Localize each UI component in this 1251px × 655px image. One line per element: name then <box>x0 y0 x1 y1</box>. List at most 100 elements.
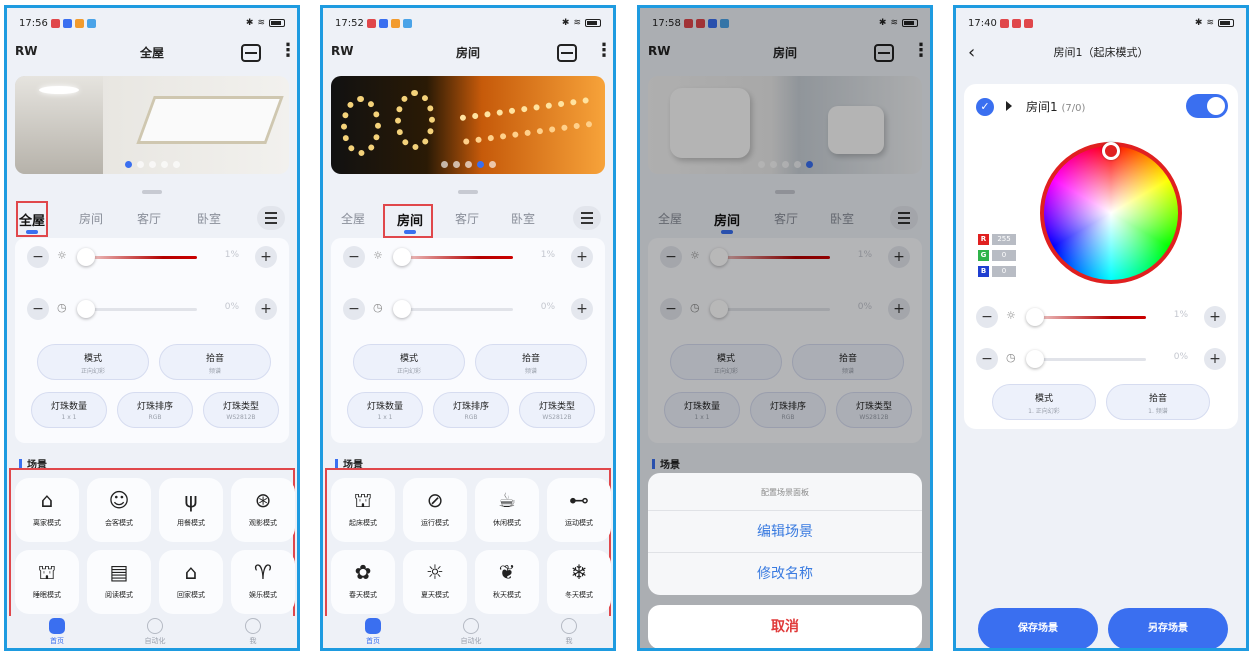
brightness-minus-button[interactable]: − <box>976 306 998 328</box>
scene-leisure[interactable]: ☕ 休闲模式 <box>475 478 539 542</box>
brightness-plus-button[interactable]: + <box>571 246 593 268</box>
speed-plus-button[interactable]: + <box>571 298 593 320</box>
scene-autumn[interactable]: ❦ 秋天模式 <box>475 550 539 614</box>
brightness-minus-button[interactable]: − <box>343 246 365 268</box>
speed-minus-button[interactable]: − <box>27 298 49 320</box>
speed-slider[interactable] <box>83 308 197 311</box>
scene-sport[interactable]: ⊷ 运动模式 <box>547 478 611 542</box>
scene-reading[interactable]: ▤ 阅读模式 <box>87 550 151 614</box>
brightness-slider[interactable] <box>83 256 197 259</box>
bead-order-button[interactable]: 灯珠排序 RGB <box>433 392 509 428</box>
tab-living-room[interactable]: 客厅 <box>137 210 161 227</box>
speed-slider[interactable] <box>399 308 513 311</box>
tab-bedroom[interactable]: 卧室 <box>197 210 221 227</box>
bead-type-button[interactable]: 灯珠类型 WS2812B <box>519 392 595 428</box>
bead-count-button[interactable]: 灯珠数量 1 x 1 <box>31 392 107 428</box>
rgb-b-value[interactable]: 0 <box>992 266 1016 277</box>
speed-slider-knob[interactable] <box>1026 350 1044 368</box>
tab-room[interactable]: 房间 <box>79 210 103 227</box>
scene-return-home[interactable]: ⌂ 回家模式 <box>159 550 223 614</box>
scene-winter[interactable]: ❄ 冬天模式 <box>547 550 611 614</box>
brightness-slider-knob[interactable] <box>393 248 411 266</box>
color-wheel-selector[interactable] <box>1102 142 1120 160</box>
bead-type-value: WS2812B <box>226 414 256 421</box>
pickup-button[interactable]: 拾音 频谱 <box>475 344 587 380</box>
bead-order-label: 灯珠排序 <box>136 402 173 412</box>
scene-running[interactable]: ⊘ 运行模式 <box>403 478 467 542</box>
pickup-value: 1. 频谱 <box>1148 408 1168 415</box>
tab-menu-button[interactable] <box>257 206 285 230</box>
nav-automation[interactable]: 自动化 <box>451 618 491 646</box>
nav-home[interactable]: 首页 <box>353 618 393 646</box>
speed-plus-button[interactable]: + <box>255 298 277 320</box>
scene-summer[interactable]: ☼ 夏天模式 <box>403 550 467 614</box>
more-icon[interactable]: ⋮ <box>279 42 297 60</box>
maple-leaf-icon: ❦ <box>498 560 516 584</box>
tab-living-room[interactable]: 客厅 <box>455 210 479 227</box>
bead-type-button[interactable]: 灯珠类型 WS2812B <box>203 392 279 428</box>
mode-button[interactable]: 模式 1. 正向幻彩 <box>992 384 1096 420</box>
expand-triangle-icon[interactable] <box>1006 101 1012 111</box>
scene-movie[interactable]: ⊛ 观影模式 <box>231 478 295 542</box>
bed-icon: ⛫ <box>353 488 373 512</box>
speed-slider[interactable] <box>1032 358 1146 361</box>
mode-value: 正向幻彩 <box>396 368 421 375</box>
check-icon[interactable]: ✓ <box>976 98 994 116</box>
edit-scene-option[interactable]: 编辑场景 <box>648 511 922 553</box>
room-name-label: 房间1 <box>1026 100 1058 114</box>
tab-bedroom[interactable]: 卧室 <box>511 210 535 227</box>
scene-entertainment[interactable]: ♈ 娱乐模式 <box>231 550 295 614</box>
phone-screen-scene-sheet: 17:58 ✱ ≋ RW 房间 ⋮ 全屋 房间 客厅 卧室 − ☼ 1% + − … <box>637 5 933 651</box>
scene-spring[interactable]: ✿ 春天模式 <box>331 550 395 614</box>
speed-plus-button[interactable]: + <box>1204 348 1226 370</box>
tab-menu-button[interactable] <box>573 206 601 230</box>
scene-guest[interactable]: ☺ 会客模式 <box>87 478 151 542</box>
speed-row: − ◷ 0% + <box>343 298 593 320</box>
scene-label: 阅读模式 <box>105 591 133 599</box>
brightness-minus-button[interactable]: − <box>27 246 49 268</box>
mode-button[interactable]: 模式 正向幻彩 <box>37 344 149 380</box>
pickup-button[interactable]: 拾音 频谱 <box>159 344 271 380</box>
scan-icon[interactable] <box>241 44 261 62</box>
pickup-button[interactable]: 拾音 1. 频谱 <box>1106 384 1210 420</box>
save-scene-button[interactable]: 保存场景 <box>978 608 1098 648</box>
bead-order-button[interactable]: 灯珠排序 RGB <box>117 392 193 428</box>
brightness-plus-button[interactable]: + <box>1204 306 1226 328</box>
page-title: 房间1（起床模式） <box>1053 46 1149 59</box>
profile-icon <box>561 618 577 634</box>
scan-icon[interactable] <box>557 44 577 62</box>
rgb-r-value[interactable]: 255 <box>992 234 1016 245</box>
save-as-scene-button[interactable]: 另存场景 <box>1108 608 1228 648</box>
nav-home[interactable]: 首页 <box>37 618 77 646</box>
brightness-slider-knob[interactable] <box>1026 308 1044 326</box>
brightness-slider[interactable] <box>1032 316 1146 319</box>
room-toggle[interactable] <box>1186 94 1228 118</box>
nav-me[interactable]: 我 <box>233 618 273 646</box>
more-icon[interactable]: ⋮ <box>595 42 613 60</box>
nav-automation[interactable]: 自动化 <box>135 618 175 646</box>
scene-dining[interactable]: ψ 用餐模式 <box>159 478 223 542</box>
speed-slider-knob[interactable] <box>393 300 411 318</box>
scene-away[interactable]: ⌂ 离家模式 <box>15 478 79 542</box>
scene-grid: ⌂ 离家模式 ☺ 会客模式 ψ 用餐模式 ⊛ 观影模式 ⛫ 睡眠模式 ▤ 阅读模式 ⌂ 回家模… <box>9 468 295 621</box>
scene-wake-up[interactable]: ⛫ 起床模式 <box>331 478 395 542</box>
color-wheel[interactable] <box>1040 142 1182 284</box>
brightness-slider[interactable] <box>399 256 513 259</box>
speed-minus-button[interactable]: − <box>976 348 998 370</box>
speed-slider-knob[interactable] <box>77 300 95 318</box>
drag-handle[interactable] <box>458 190 478 194</box>
brightness-slider-knob[interactable] <box>77 248 95 266</box>
drag-handle[interactable] <box>142 190 162 194</box>
brightness-plus-button[interactable]: + <box>255 246 277 268</box>
nav-me[interactable]: 我 <box>549 618 589 646</box>
tab-whole-house[interactable]: 全屋 <box>341 210 365 227</box>
cancel-button[interactable]: 取消 <box>648 605 922 648</box>
bead-count-button[interactable]: 灯珠数量 1 x 1 <box>347 392 423 428</box>
scene-sleep[interactable]: ⛫ 睡眠模式 <box>15 550 79 614</box>
rgb-g-value[interactable]: 0 <box>992 250 1016 261</box>
rename-option[interactable]: 修改名称 <box>648 553 922 595</box>
mode-button[interactable]: 模式 正向幻彩 <box>353 344 465 380</box>
banner-carousel[interactable] <box>15 76 289 174</box>
banner-carousel[interactable] <box>331 76 605 174</box>
speed-minus-button[interactable]: − <box>343 298 365 320</box>
